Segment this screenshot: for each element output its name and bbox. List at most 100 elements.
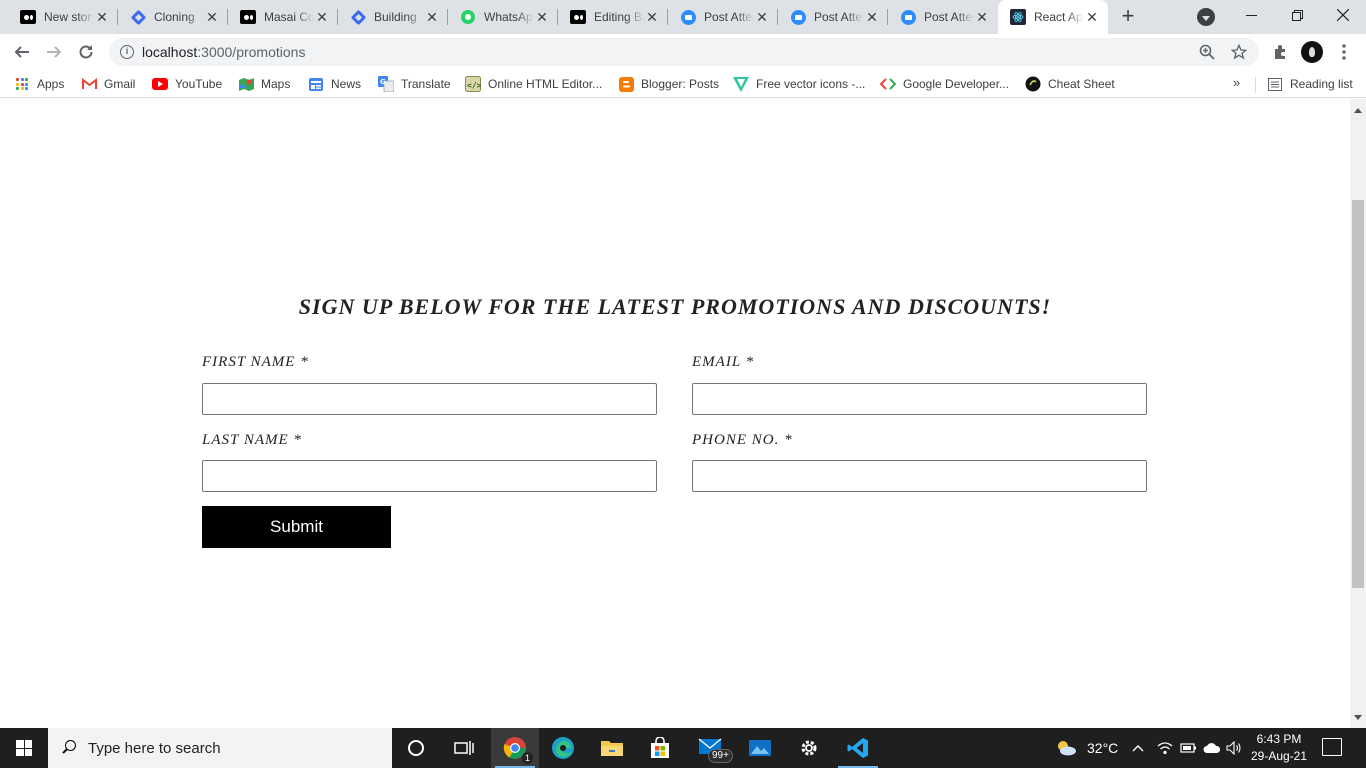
close-tab-icon[interactable]: ✕ (644, 9, 660, 25)
email-input[interactable] (692, 383, 1147, 415)
close-tab-icon[interactable]: ✕ (534, 9, 550, 25)
bookmark-blogger[interactable]: Blogger: Posts (618, 75, 719, 93)
taskbar-file-explorer[interactable] (588, 728, 636, 768)
battery-icon[interactable] (1180, 728, 1198, 768)
taskbar-clock[interactable]: 6:43 PM 29-Aug-21 (1246, 731, 1312, 765)
react-icon (1010, 9, 1026, 25)
taskbar-chrome[interactable]: 1 (491, 728, 539, 768)
tab-post-attendance-3[interactable]: Post Attendance ✕ (888, 0, 998, 34)
email-label: EMAIL * (692, 354, 755, 370)
first-name-label: FIRST NAME * (202, 354, 309, 370)
cortana-icon[interactable] (392, 728, 440, 768)
page-scrollbar[interactable] (1350, 99, 1366, 728)
tab-masai[interactable]: Masai Course ✕ (228, 0, 338, 34)
submit-button[interactable]: Submit (202, 506, 391, 548)
menu-dots-icon[interactable] (1330, 38, 1358, 66)
forward-button[interactable] (40, 38, 68, 66)
bookmark-star-icon[interactable] (1230, 43, 1248, 61)
zoom-icon (790, 9, 806, 25)
bookmark-gmail[interactable]: Gmail (81, 75, 135, 93)
mail-badge: 99+ (708, 749, 733, 763)
bookmark-google-developer[interactable]: Google Developer... (880, 75, 1009, 93)
settings-gear-icon (801, 740, 817, 756)
bookmark-cheat-sheet[interactable]: Cheat Sheet (1025, 75, 1115, 93)
tab-post-attendance-1[interactable]: Post Attendance ✕ (668, 0, 778, 34)
bookmark-free-vector-icons[interactable]: Free vector icons -... (733, 75, 865, 93)
tab-react-app[interactable]: React App ✕ (998, 0, 1108, 34)
close-window-button[interactable] (1320, 0, 1366, 30)
tab-editing[interactable]: Editing Blog ✕ (558, 0, 668, 34)
tab-building[interactable]: Building ✕ (338, 0, 448, 34)
taskbar-store[interactable] (636, 728, 684, 768)
whatsapp-icon (460, 9, 476, 25)
onedrive-cloud-icon[interactable] (1203, 728, 1221, 768)
close-tab-icon[interactable]: ✕ (204, 9, 220, 25)
bookmark-html-editor[interactable]: </> Online HTML Editor... (465, 75, 602, 93)
bookmark-youtube[interactable]: YouTube (152, 75, 222, 93)
bookmark-label: Apps (37, 77, 65, 91)
address-bar[interactable]: i localhost:3000/promotions (109, 38, 1259, 66)
medium-icon (240, 9, 256, 25)
taskbar-edge[interactable] (539, 728, 587, 768)
wifi-icon[interactable] (1157, 728, 1173, 768)
show-hidden-icons-chevron-icon[interactable] (1132, 728, 1144, 768)
bookmark-maps[interactable]: Maps (238, 75, 290, 93)
taskbar-photos[interactable] (736, 728, 784, 768)
notification-center-icon[interactable] (1322, 738, 1342, 756)
scrollbar-thumb[interactable] (1352, 200, 1364, 588)
bookmark-news[interactable]: News (308, 75, 361, 93)
zoom-icon[interactable] (1198, 43, 1216, 61)
taskbar-search-box[interactable]: Type here to search (48, 728, 392, 768)
scroll-down-arrow-icon[interactable] (1354, 715, 1362, 720)
bookmarks-divider (1255, 77, 1256, 93)
page-viewport: SIGN UP BELOW FOR THE LATEST PROMOTIONS … (0, 99, 1350, 728)
new-tab-button[interactable]: + (1116, 5, 1140, 29)
taskbar-mail[interactable]: 99+ (686, 728, 734, 768)
gmail-icon (81, 76, 97, 92)
tab-post-attendance-2[interactable]: Post Attendance ✕ (778, 0, 888, 34)
extensions-icon[interactable] (1266, 38, 1294, 66)
tab-new-story[interactable]: New story – Medium ✕ (8, 0, 118, 34)
reload-button[interactable] (72, 38, 100, 66)
close-tab-icon[interactable]: ✕ (864, 9, 880, 25)
phone-label: PHONE NO. * (692, 432, 793, 448)
translate-icon: G (378, 76, 394, 92)
phone-input[interactable] (692, 460, 1147, 492)
taskbar-vscode[interactable] (834, 728, 882, 768)
start-button[interactable] (0, 728, 48, 768)
tab-cloning[interactable]: Cloning ✕ (118, 0, 228, 34)
taskbar-settings[interactable] (785, 728, 833, 768)
last-name-input[interactable] (202, 460, 657, 492)
tab-whatsapp[interactable]: WhatsApp ✕ (448, 0, 558, 34)
scroll-up-arrow-icon[interactable] (1354, 108, 1362, 113)
bookmark-translate[interactable]: G Translate (378, 75, 451, 93)
tab-title: Building (374, 10, 417, 24)
minimize-button[interactable] (1228, 0, 1274, 30)
tab-search-icon[interactable] (1197, 8, 1215, 26)
promotions-heading: SIGN UP BELOW FOR THE LATEST PROMOTIONS … (298, 294, 1052, 319)
bookmark-label: Cheat Sheet (1048, 77, 1115, 91)
restore-button[interactable] (1274, 0, 1320, 30)
site-info-icon[interactable]: i (120, 45, 134, 59)
first-name-input[interactable] (202, 383, 657, 415)
close-tab-icon[interactable]: ✕ (94, 9, 110, 25)
task-view-icon[interactable] (440, 728, 488, 768)
bookmark-label: Google Developer... (903, 77, 1010, 91)
profile-avatar[interactable] (1301, 41, 1323, 63)
store-icon (651, 737, 669, 758)
more-bookmarks-chevron-icon[interactable]: » (1233, 75, 1240, 90)
close-tab-icon[interactable]: ✕ (754, 9, 770, 25)
reading-list-button[interactable]: Reading list (1267, 75, 1353, 93)
close-tab-icon[interactable]: ✕ (1084, 9, 1100, 25)
close-tab-icon[interactable]: ✕ (974, 9, 990, 25)
volume-icon[interactable] (1226, 728, 1242, 768)
weather-widget[interactable]: 32°C (1055, 728, 1118, 768)
svg-text:</>: </> (467, 81, 481, 90)
tab-title: Cloning (154, 10, 195, 24)
folder-icon (601, 741, 623, 756)
close-tab-icon[interactable]: ✕ (424, 9, 440, 25)
back-button[interactable] (8, 38, 36, 66)
bookmark-apps[interactable]: Apps (14, 75, 64, 93)
close-tab-icon[interactable]: ✕ (314, 9, 330, 25)
cheat-sheet-icon (1025, 76, 1041, 92)
